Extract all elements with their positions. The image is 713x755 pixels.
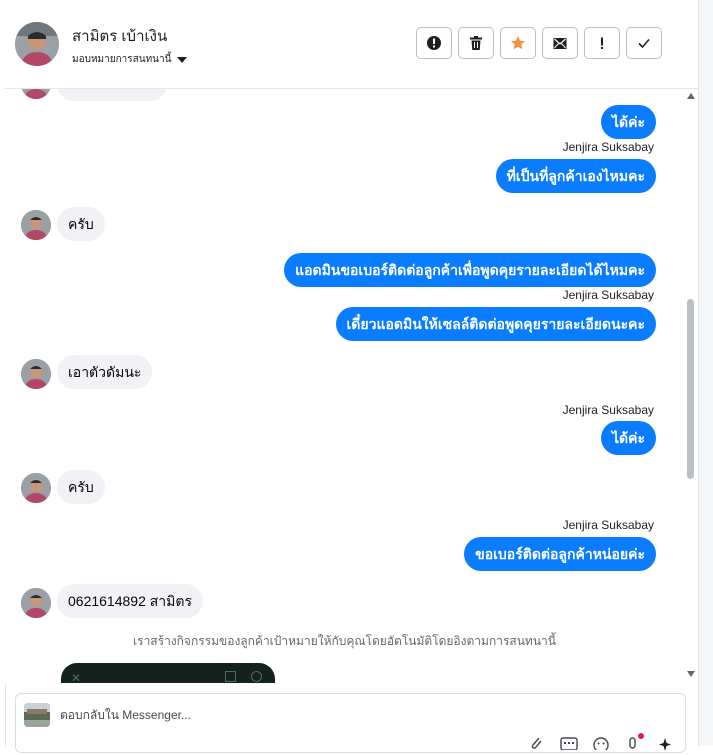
action-toolbar <box>416 27 662 59</box>
message-in[interactable]: 0621614892 สามิตร <box>57 584 203 618</box>
sender-name: Jenjira Suksabay <box>562 288 654 302</box>
follow-up-button[interactable] <box>584 27 620 59</box>
contact-avatar-small <box>21 359 51 389</box>
notification-dot <box>638 733 644 739</box>
message-in[interactable]: เอาตัวดัมนะ <box>57 355 153 389</box>
assign-dropdown[interactable]: มอบหมายการสนทนานี้ <box>72 52 188 67</box>
spam-button[interactable] <box>416 27 452 59</box>
trash-icon <box>470 36 482 50</box>
exclamation-icon <box>601 37 603 49</box>
message-thread[interactable]: ได้ค่ะ Jenjira Suksabay ที่เป็นที่ลูกค้า… <box>5 89 684 683</box>
mark-unread-button[interactable] <box>542 27 578 59</box>
scroll-up-arrow-icon[interactable] <box>687 93 695 99</box>
contact-avatar-small <box>21 210 51 240</box>
composer-tools <box>528 733 674 753</box>
message-out[interactable]: ที่เป็นที่ลูกค้าเองไหมคะ <box>495 159 656 193</box>
message-out[interactable]: แอดมินขอเบอร์ติดต่อลูกค้าเพื่อพูดคุยรายล… <box>284 253 656 287</box>
sender-name: Jenjira Suksabay <box>562 140 654 154</box>
assign-label: มอบหมายการสนทนานี้ <box>72 54 172 65</box>
mic-icon[interactable] <box>624 733 644 750</box>
page-avatar <box>24 703 50 727</box>
star-button[interactable] <box>500 27 536 59</box>
attachment-icon[interactable] <box>528 736 546 750</box>
thread-scrollbar[interactable] <box>684 89 698 683</box>
settings-icon <box>251 671 262 682</box>
alert-circle-icon <box>427 36 441 50</box>
delete-button[interactable] <box>458 27 494 59</box>
scrollbar-thumb[interactable] <box>687 299 694 479</box>
sender-name: Jenjira Suksabay <box>562 518 654 532</box>
sender-name: Jenjira Suksabay <box>562 403 654 417</box>
right-edge <box>698 0 713 746</box>
message-in-clipped <box>57 89 167 101</box>
emoji-icon[interactable] <box>592 736 610 753</box>
message-in[interactable]: ครับ <box>57 470 105 504</box>
envelope-icon <box>553 38 567 49</box>
conversation-header: สามิตร เบ้าเงิน มอบหมายการสนทนานี้ <box>5 0 698 89</box>
scroll-down-arrow-icon[interactable] <box>687 671 695 677</box>
done-button[interactable] <box>626 27 662 59</box>
star-icon <box>511 36 525 50</box>
system-note: เราสร้างกิจกรรมของลูกค้าเป้าหมายให้กับคุ… <box>133 634 556 648</box>
expand-icon <box>225 671 236 682</box>
message-out[interactable]: ได้ค่ะ <box>600 105 656 139</box>
reply-input[interactable] <box>60 708 620 722</box>
contact-avatar-small <box>21 588 51 618</box>
attachment-card-preview[interactable]: ✕ <box>61 663 275 683</box>
caret-down-icon <box>177 56 188 63</box>
message-out[interactable]: ขอเบอร์ติดต่อลูกค้าหน่อยค่ะ <box>464 537 656 571</box>
contact-name[interactable]: สามิตร เบ้าเงิน <box>72 24 167 48</box>
message-out[interactable]: เดี๋ยวแอดมินให้เซลล์ติดต่อพูดคุยรายละเอี… <box>335 307 656 341</box>
contact-avatar[interactable] <box>15 22 59 66</box>
sparkle-icon[interactable] <box>656 736 674 751</box>
check-icon <box>638 38 650 49</box>
saved-reply-icon[interactable] <box>560 736 578 751</box>
reply-composer <box>15 693 686 753</box>
contact-avatar-small <box>21 89 51 99</box>
message-in[interactable]: ครับ <box>57 207 105 241</box>
message-out[interactable]: ได้ค่ะ <box>600 421 656 455</box>
close-icon: ✕ <box>71 671 82 683</box>
contact-avatar-small <box>21 473 51 503</box>
